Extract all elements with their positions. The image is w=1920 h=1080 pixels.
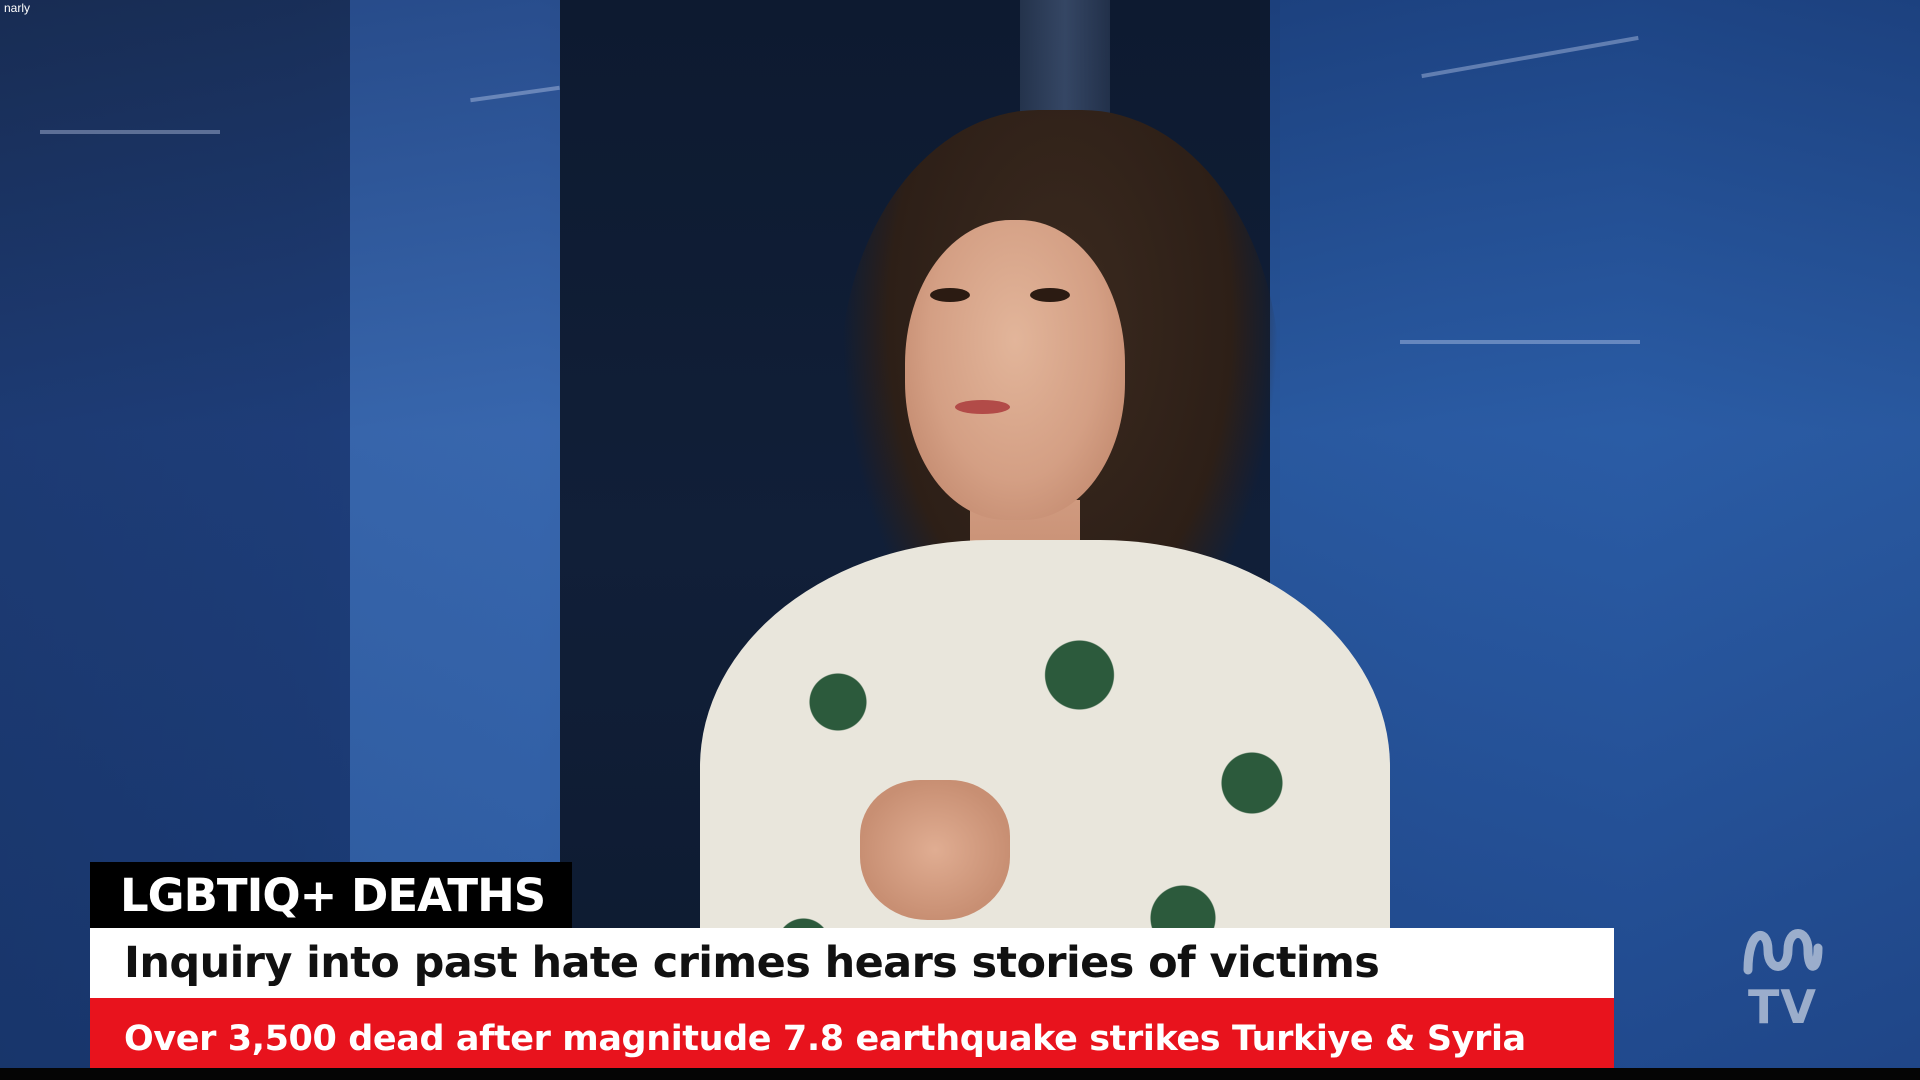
presenter-right-eye: [1030, 288, 1070, 302]
headline-text: Inquiry into past hate crimes hears stor…: [124, 938, 1380, 988]
bottom-border: [0, 1068, 1920, 1080]
presenter-left-eye: [930, 288, 970, 302]
headline-banner: Inquiry into past hate crimes hears stor…: [90, 928, 1614, 998]
broadcast-frame: narly LGBTIQ+ DEATHS Inquiry into past h…: [0, 0, 1920, 1080]
abc-tv-logo: TV: [1738, 918, 1828, 1038]
presenter-hand: [860, 780, 1010, 920]
presenter-face: [905, 220, 1125, 520]
topic-banner: LGBTIQ+ DEATHS: [90, 862, 572, 928]
topic-label: LGBTIQ+ DEATHS: [120, 868, 546, 922]
abc-lissajous-icon: [1743, 929, 1823, 975]
presenter-mouth: [955, 400, 1010, 414]
logo-text: TV: [1748, 980, 1817, 1034]
ticker-text: Over 3,500 dead after magnitude 7.8 eart…: [124, 1019, 1526, 1059]
studio-light-stripe: [40, 130, 220, 134]
studio-light-stripe: [1400, 340, 1640, 344]
corner-label: narly: [4, 1, 31, 15]
